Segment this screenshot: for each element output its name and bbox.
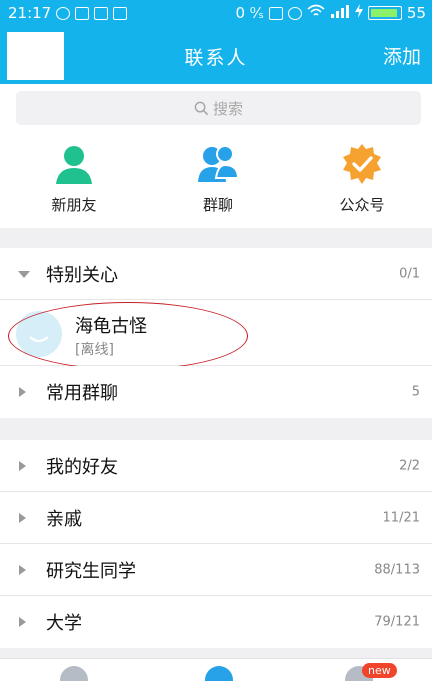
group-my-friends[interactable]: 我的好友 2/2 xyxy=(0,440,432,492)
highlight-annotation xyxy=(8,302,248,370)
collapsed-arrow-icon xyxy=(19,617,26,627)
new-friends-label: 新朋友 xyxy=(51,196,97,214)
group-name: 常用群聊 xyxy=(46,383,118,404)
contacts-top-card: 搜索 新朋友 群聊 公众号 xyxy=(0,84,432,228)
group-grad-classmates[interactable]: 研究生同学 88/113 xyxy=(0,544,432,596)
charging-icon xyxy=(354,4,363,22)
group-count: 2/2 xyxy=(399,458,420,474)
vibrate-icon xyxy=(268,6,283,20)
battery-icon xyxy=(367,6,402,20)
person-icon xyxy=(56,146,92,184)
group-chat-icon xyxy=(198,145,240,182)
search-bar[interactable]: 搜索 xyxy=(16,91,421,125)
tab-contacts[interactable] xyxy=(205,666,233,681)
group-relatives[interactable]: 亲戚 11/21 xyxy=(0,492,432,544)
search-icon xyxy=(194,101,209,115)
header: 联系人 添加 xyxy=(0,26,432,84)
public-account-button[interactable]: 公众号 xyxy=(312,142,412,215)
group-name: 我的好友 xyxy=(46,457,118,478)
search-placeholder: 搜索 xyxy=(212,99,243,118)
bag-icon xyxy=(94,6,109,20)
group-name: 大学 xyxy=(46,613,82,634)
group-count: 79/121 xyxy=(374,614,420,630)
group-chat-label: 群聊 xyxy=(202,196,233,214)
group-count: 88/113 xyxy=(374,562,420,578)
alarm-icon xyxy=(56,6,71,20)
wifi-icon xyxy=(307,4,325,22)
group-university[interactable]: 大学 79/121 xyxy=(0,596,432,648)
new-friends-button[interactable]: 新朋友 xyxy=(24,142,124,215)
network-speed: 0 ⁰⁄ₛ xyxy=(235,4,264,22)
public-account-icon xyxy=(343,144,381,184)
new-badge: new xyxy=(362,663,397,678)
gallery-icon xyxy=(75,6,90,20)
expand-arrow-icon xyxy=(18,271,30,278)
alarm-clock-icon xyxy=(287,6,302,20)
clock: 21:17 xyxy=(8,4,52,22)
group-count: 5 xyxy=(411,384,420,400)
group-count: 0/1 xyxy=(399,266,420,282)
add-button[interactable]: 添加 xyxy=(383,42,421,69)
battery-level: 55 xyxy=(406,4,426,22)
status-bar: 21:17 0 ⁰⁄ₛ 55 xyxy=(0,0,432,26)
group-special-care[interactable]: 特别关心 0/1 xyxy=(0,248,432,300)
group-name: 特别关心 xyxy=(46,265,118,286)
group-frequent-chats[interactable]: 常用群聊 5 xyxy=(0,366,432,418)
collapsed-arrow-icon xyxy=(19,461,26,471)
collapsed-arrow-icon xyxy=(19,387,26,397)
public-account-label: 公众号 xyxy=(339,196,385,214)
tab-messages[interactable] xyxy=(60,666,88,681)
page-title: 联系人 xyxy=(184,47,248,69)
group-name: 研究生同学 xyxy=(46,561,136,582)
group-name: 亲戚 xyxy=(46,509,82,530)
bottom-tab-bar: new xyxy=(0,658,432,681)
group-chat-button[interactable]: 群聊 xyxy=(168,142,268,215)
group-count: 11/21 xyxy=(382,510,420,526)
collapsed-arrow-icon xyxy=(19,513,26,523)
collapsed-arrow-icon xyxy=(19,565,26,575)
signal-icon xyxy=(330,4,350,22)
mail-icon xyxy=(113,6,128,20)
